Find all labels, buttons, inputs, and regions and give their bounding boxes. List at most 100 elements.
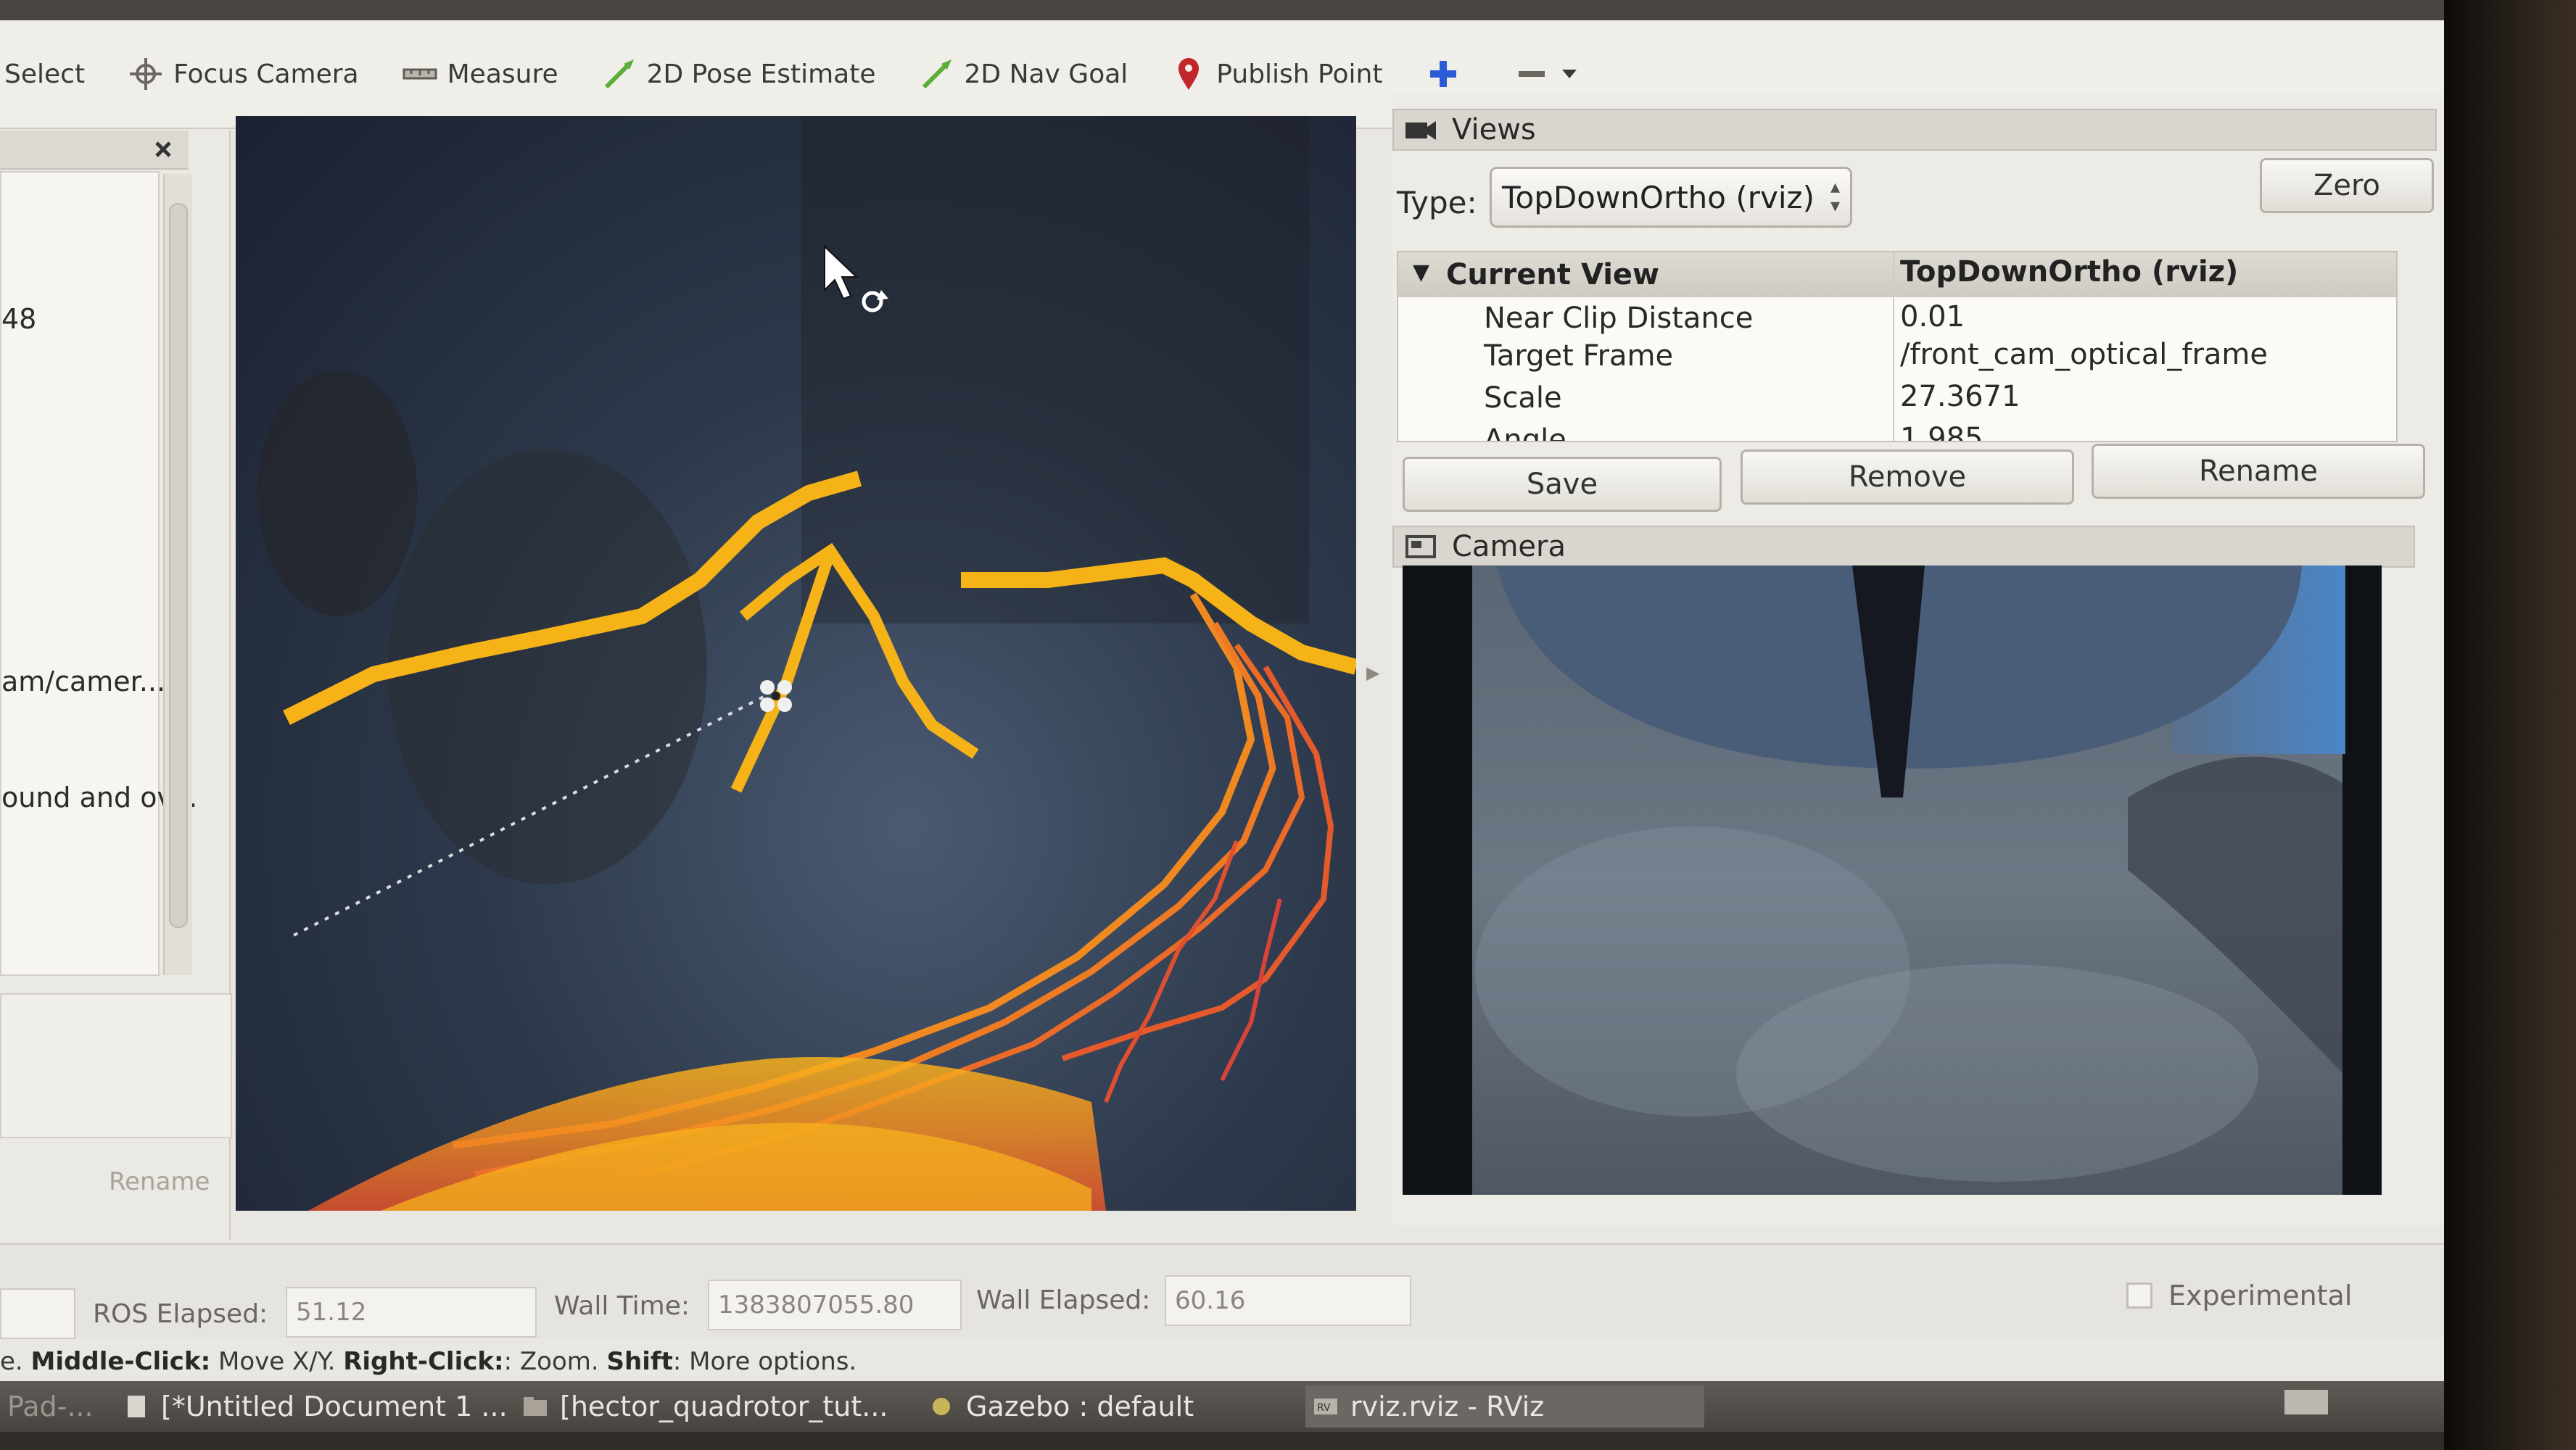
status-middle-click: Middle-Click: — [30, 1347, 211, 1376]
property-name: Target Frame — [1484, 339, 1674, 373]
monitor-top-bezel — [0, 0, 2444, 20]
status-shift: Shift — [606, 1347, 673, 1376]
taskbar-item-label: [*Untitled Document 1 ... — [161, 1391, 508, 1422]
display-item[interactable]: am/camer... — [1, 666, 165, 697]
status-right-click: Right-Click: — [343, 1347, 504, 1376]
tool-2d-pose-estimate[interactable]: 2D Pose Estimate — [602, 38, 876, 110]
property-name: Scale — [1484, 381, 1562, 415]
tool-select-label: Select — [4, 59, 86, 89]
camera-feed-image — [1403, 566, 2382, 1195]
status-right-text: : Zoom. — [503, 1347, 599, 1376]
folder-icon — [522, 1394, 548, 1419]
camera-image-view — [1403, 566, 2382, 1195]
displays-tree[interactable]: 48 am/camer... ound and ov... — [0, 171, 197, 976]
property-value[interactable]: 0.01 — [1900, 300, 1965, 334]
property-value[interactable]: /front_cam_optical_frame — [1900, 338, 2268, 371]
property-value[interactable]: 1.985 — [1900, 422, 1983, 441]
map-pin-icon — [1171, 57, 1206, 91]
taskbar-item-text-editor[interactable]: [*Untitled Document 1 ... — [116, 1385, 522, 1428]
wall-time-field: 1383807055.80 — [708, 1280, 962, 1330]
property-row[interactable]: Target Frame /front_cam_optical_frame — [1398, 335, 2396, 378]
wall-elapsed-label: Wall Elapsed: — [976, 1285, 1151, 1315]
video-camera-icon — [1404, 115, 1437, 144]
expand-arrow-icon[interactable]: ▼ — [1413, 260, 1429, 285]
green-arrow-icon — [602, 57, 637, 91]
display-description-box — [0, 993, 232, 1138]
tool-2d-nav-goal[interactable]: 2D Nav Goal — [920, 38, 1128, 110]
tool-focus-camera[interactable]: Focus Camera — [128, 38, 359, 110]
right-dock: Views Type: TopDownOrtho (rviz) ▴ ▾ Zero … — [1392, 94, 2444, 1225]
collapse-right-icon[interactable]: ▶ — [1366, 663, 1379, 683]
rviz-icon: RV — [1313, 1394, 1339, 1419]
wall-elapsed-field: 60.16 — [1165, 1275, 1411, 1326]
camera-title-text: Camera — [1452, 530, 1566, 563]
scrollbar-thumb[interactable] — [169, 203, 188, 928]
current-view-label: Current View — [1446, 258, 1659, 291]
experimental-checkbox[interactable] — [2126, 1283, 2152, 1309]
camera-icon — [1404, 532, 1437, 561]
property-value[interactable]: 27.3671 — [1900, 380, 2020, 413]
property-name: Angle — [1484, 423, 1566, 442]
current-view-row[interactable]: ▼ Current View TopDownOrtho (rviz) — [1398, 252, 2396, 297]
taskbar-item-label: rviz.rviz - RViz — [1350, 1391, 1545, 1422]
screen: Select Focus Camera Measure 2D Pose Esti… — [0, 0, 2444, 1450]
laser-scan-render — [257, 116, 1356, 1211]
rename-display-button[interactable]: Rename — [109, 1167, 210, 1196]
svg-text:RV: RV — [1317, 1402, 1331, 1414]
property-row[interactable]: Near Clip Distance 0.01 — [1398, 297, 2396, 341]
spinner-arrows-icon: ▴ ▾ — [1830, 176, 1840, 217]
taskbar-item-label: Pad-... — [7, 1391, 94, 1422]
displays-scrollbar[interactable] — [163, 174, 192, 975]
status-shift-text: : More options. — [672, 1347, 857, 1376]
tool-publish-point[interactable]: Publish Point — [1171, 38, 1382, 110]
view-type-select[interactable]: TopDownOrtho (rviz) ▴ ▾ — [1490, 167, 1852, 228]
render-3d-view[interactable] — [236, 116, 1356, 1211]
crosshair-icon — [128, 57, 163, 91]
taskbar-item-rviz[interactable]: RV rviz.rviz - RViz — [1305, 1385, 1704, 1428]
ros-elapsed-field: 51.12 — [286, 1287, 537, 1338]
zero-button[interactable]: Zero — [2260, 158, 2434, 213]
save-view-button[interactable]: Save — [1403, 457, 1722, 512]
wall-time-label: Wall Time: — [554, 1291, 690, 1321]
tool-select[interactable]: Select — [4, 38, 85, 110]
green-arrow-icon — [920, 57, 954, 91]
taskbar-item-file-manager[interactable]: [hector_quadrotor_tut... — [515, 1385, 907, 1428]
tool-measure[interactable]: Measure — [402, 38, 558, 110]
close-icon[interactable] — [149, 135, 178, 164]
remove-view-button[interactable]: Remove — [1741, 450, 2074, 505]
view-properties-table[interactable]: ▼ Current View TopDownOrtho (rviz) Near … — [1397, 251, 2398, 442]
taskbar-item-gazebo[interactable]: Gazebo : default — [921, 1385, 1298, 1428]
property-row[interactable]: Scale 27.3671 — [1398, 377, 2396, 420]
minus-icon — [1514, 57, 1549, 91]
tool-focus-camera-label: Focus Camera — [173, 59, 359, 89]
camera-panel-title: Camera — [1392, 526, 2415, 568]
displays-panel: 48 am/camer... ound and ov... Rename ◀ — [0, 130, 268, 1240]
status-prefix: e. — [0, 1347, 23, 1376]
chevron-down-icon — [1559, 57, 1580, 91]
experimental-label: Experimental — [2168, 1280, 2353, 1312]
ruler-icon — [402, 57, 437, 91]
desktop-pager[interactable] — [2284, 1390, 2328, 1414]
tool-publish-point-label: Publish Point — [1216, 59, 1383, 89]
plus-icon — [1426, 57, 1461, 91]
views-panel-title: Views — [1392, 109, 2437, 151]
display-item[interactable]: 48 — [1, 303, 36, 335]
type-label: Type: — [1397, 185, 1477, 220]
status-bar: e. Middle-Click: Move X/Y. Right-Click::… — [0, 1347, 2444, 1380]
document-icon — [123, 1394, 149, 1419]
ros-elapsed-label: ROS Elapsed: — [93, 1299, 268, 1329]
monitor-bottom-bezel — [0, 1432, 2444, 1450]
views-title-text: Views — [1452, 113, 1536, 146]
taskbar-item-label: Gazebo : default — [966, 1391, 1194, 1422]
monitor-right-bezel — [2444, 0, 2576, 1450]
tool-2d-pose-estimate-label: 2D Pose Estimate — [646, 59, 876, 89]
property-name: Near Clip Distance — [1484, 302, 1754, 335]
property-row[interactable]: Angle 1.985 — [1398, 419, 2396, 442]
taskbar-item[interactable]: Pad-... — [0, 1385, 109, 1428]
status-middle-text: Move X/Y. — [218, 1347, 336, 1376]
time-panel: ROS Elapsed: 51.12 Wall Time: 1383807055… — [0, 1243, 2444, 1339]
tool-2d-nav-goal-label: 2D Nav Goal — [964, 59, 1128, 89]
rename-view-button[interactable]: Rename — [2092, 444, 2425, 499]
tool-measure-label: Measure — [447, 59, 558, 89]
displays-panel-header — [0, 130, 189, 170]
